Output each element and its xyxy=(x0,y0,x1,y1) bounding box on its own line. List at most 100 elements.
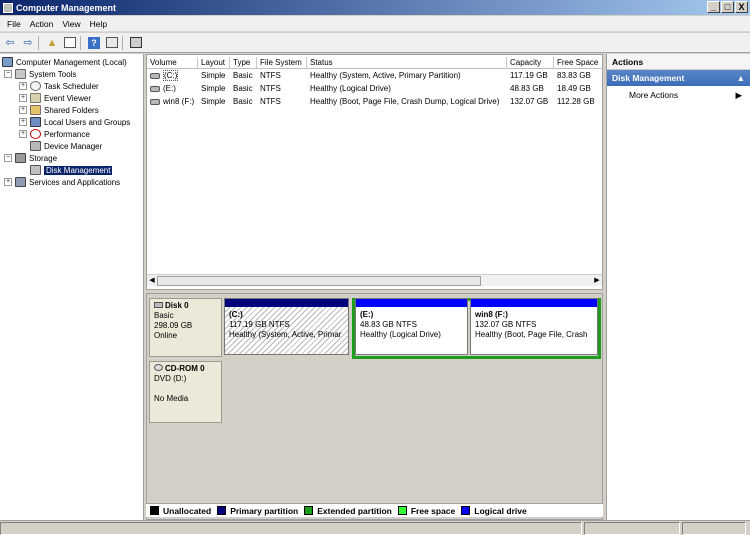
partition-c[interactable]: (C:) 117.19 GB NTFS Healthy (System, Act… xyxy=(224,298,349,355)
tree-item-storage[interactable]: − Storage xyxy=(4,152,57,164)
close-button[interactable]: X xyxy=(735,1,748,13)
scroll-left-icon[interactable]: ◀ xyxy=(147,275,157,287)
tree-item-computer-management[interactable]: Computer Management (Local) xyxy=(2,56,127,68)
legend-extended: Extended partition xyxy=(304,506,392,516)
swatch xyxy=(461,506,471,515)
more-actions-item[interactable]: More Actions ▶ xyxy=(607,86,750,102)
cdrom-0-info[interactable]: CD-ROM 0 DVD (D:) No Media xyxy=(149,361,222,423)
partition-size: 132.07 GB NTFS xyxy=(475,320,537,329)
forward-icon[interactable]: ⇨ xyxy=(20,35,36,51)
disk-type: DVD (D:) xyxy=(154,374,187,383)
section-label: Disk Management xyxy=(612,73,685,83)
table-row[interactable]: (E:) Simple Basic NTFS Healthy (Logical … xyxy=(147,83,602,95)
menu-file[interactable]: File xyxy=(4,19,27,29)
collapse-icon[interactable]: − xyxy=(4,154,12,162)
disk-state: No Media xyxy=(154,394,189,403)
legend: Unallocated Primary partition Extended p… xyxy=(146,503,603,517)
collapse-arrow-icon[interactable]: ▲ xyxy=(737,73,745,83)
status-bar xyxy=(0,520,750,535)
status-panel xyxy=(584,522,680,535)
tree-item-label: Task Scheduler xyxy=(44,81,99,91)
up-folder-icon[interactable]: ▲ xyxy=(44,35,60,51)
tree-item-services-applications[interactable]: + Services and Applications xyxy=(4,176,120,188)
maximize-button[interactable]: □ xyxy=(721,1,734,13)
scroll-right-icon[interactable]: ▶ xyxy=(592,275,602,287)
tree-item-label: Event Viewer xyxy=(44,93,91,103)
legend-primary: Primary partition xyxy=(217,506,298,516)
swatch xyxy=(304,506,314,515)
expand-icon[interactable]: + xyxy=(4,178,12,186)
partition-f[interactable]: win8 (F:) 132.07 GB NTFS Healthy (Boot, … xyxy=(470,298,598,355)
tree-item-device-manager[interactable]: Device Manager xyxy=(30,140,102,152)
table-row[interactable]: (C:) Simple Basic NTFS Healthy (System, … xyxy=(147,70,602,82)
expand-icon[interactable]: + xyxy=(19,130,27,138)
tree-item-disk-management[interactable]: Disk Management xyxy=(30,164,113,176)
legend-label: Free space xyxy=(410,505,456,516)
menu-view[interactable]: View xyxy=(59,19,86,29)
primary-partition-band xyxy=(225,299,348,307)
disk-name: Disk 0 xyxy=(165,301,189,310)
partition-status: Healthy (Logical Drive) xyxy=(360,330,441,339)
menu-action[interactable]: Action xyxy=(27,19,60,29)
tree-item-task-scheduler[interactable]: + Task Scheduler xyxy=(19,80,99,92)
tree-item-performance[interactable]: + Performance xyxy=(19,128,90,140)
tree-item-label: Storage xyxy=(29,153,58,163)
volume-list: Volume Layout Type File System Status Ca… xyxy=(146,54,603,290)
column-file-system[interactable]: File System xyxy=(257,57,307,68)
tree-item-shared-folders[interactable]: + Shared Folders xyxy=(19,104,99,116)
expand-icon[interactable]: + xyxy=(19,94,27,102)
volume-name: (C:) xyxy=(163,70,179,81)
scrollbar-thumb[interactable] xyxy=(157,276,481,286)
legend-label: Logical drive xyxy=(474,505,527,516)
column-status[interactable]: Status xyxy=(307,57,507,68)
disk-settings-icon[interactable] xyxy=(128,35,144,51)
column-layout[interactable]: Layout xyxy=(198,57,230,68)
help-icon[interactable]: ? xyxy=(86,35,102,51)
cell-file-system: NTFS xyxy=(260,97,281,106)
cdrom-icon xyxy=(154,364,163,371)
partition-size: 117.19 GB NTFS xyxy=(229,320,290,329)
legend-label: Primary partition xyxy=(230,505,299,516)
table-row[interactable]: win8 (F:) Simple Basic NTFS Healthy (Boo… xyxy=(147,96,602,108)
toolbar-separator xyxy=(80,35,84,50)
tools-icon xyxy=(15,69,26,79)
cell-status: Healthy (System, Active, Primary Partiti… xyxy=(310,71,461,80)
menu-bar: File Action View Help xyxy=(0,16,750,32)
tree-item-local-users[interactable]: + Local Users and Groups xyxy=(19,116,130,128)
cell-layout: Simple xyxy=(201,71,226,80)
collapse-icon[interactable]: − xyxy=(4,70,12,78)
properties-icon[interactable] xyxy=(104,35,120,51)
cell-type: Basic xyxy=(233,97,253,106)
logical-drive-band xyxy=(471,299,597,307)
tree-item-label: Disk Management xyxy=(44,165,113,175)
expand-icon[interactable]: + xyxy=(19,106,27,114)
partition-name: (C:) xyxy=(229,310,243,319)
show-hide-tree-icon[interactable] xyxy=(62,35,78,51)
tree-item-event-viewer[interactable]: + Event Viewer xyxy=(19,92,91,104)
actions-section-disk-management[interactable]: Disk Management ▲ xyxy=(607,70,750,86)
column-free-space[interactable]: Free Space xyxy=(554,57,602,68)
horizontal-scrollbar[interactable]: ◀ ▶ xyxy=(147,274,602,286)
column-capacity[interactable]: Capacity xyxy=(507,57,554,68)
legend-label: Extended partition xyxy=(317,505,392,516)
disk-0-info[interactable]: Disk 0 Basic 298.09 GB Online xyxy=(149,298,222,357)
expand-icon[interactable]: + xyxy=(19,118,27,126)
column-type[interactable]: Type xyxy=(230,57,257,68)
hard-disk-icon xyxy=(154,302,163,308)
tree-item-label: Local Users and Groups xyxy=(44,117,131,127)
users-icon xyxy=(30,117,41,127)
cell-file-system: NTFS xyxy=(260,71,281,80)
partition-e[interactable]: (E:) 48.83 GB NTFS Healthy (Logical Driv… xyxy=(355,298,468,355)
computer-icon xyxy=(2,57,13,67)
cell-free-space: 112.28 GB xyxy=(557,97,595,106)
menu-help[interactable]: Help xyxy=(87,19,113,29)
tree-item-label: Performance xyxy=(44,129,90,139)
tree-item-system-tools[interactable]: − System Tools xyxy=(4,68,76,80)
tree-item-label: Shared Folders xyxy=(44,105,99,115)
back-icon[interactable]: ⇦ xyxy=(2,35,18,51)
expand-icon[interactable]: + xyxy=(19,82,27,90)
console-tree: Computer Management (Local) − System Too… xyxy=(0,54,144,520)
column-volume[interactable]: Volume xyxy=(147,57,198,68)
minimize-button[interactable]: _ xyxy=(707,1,720,13)
